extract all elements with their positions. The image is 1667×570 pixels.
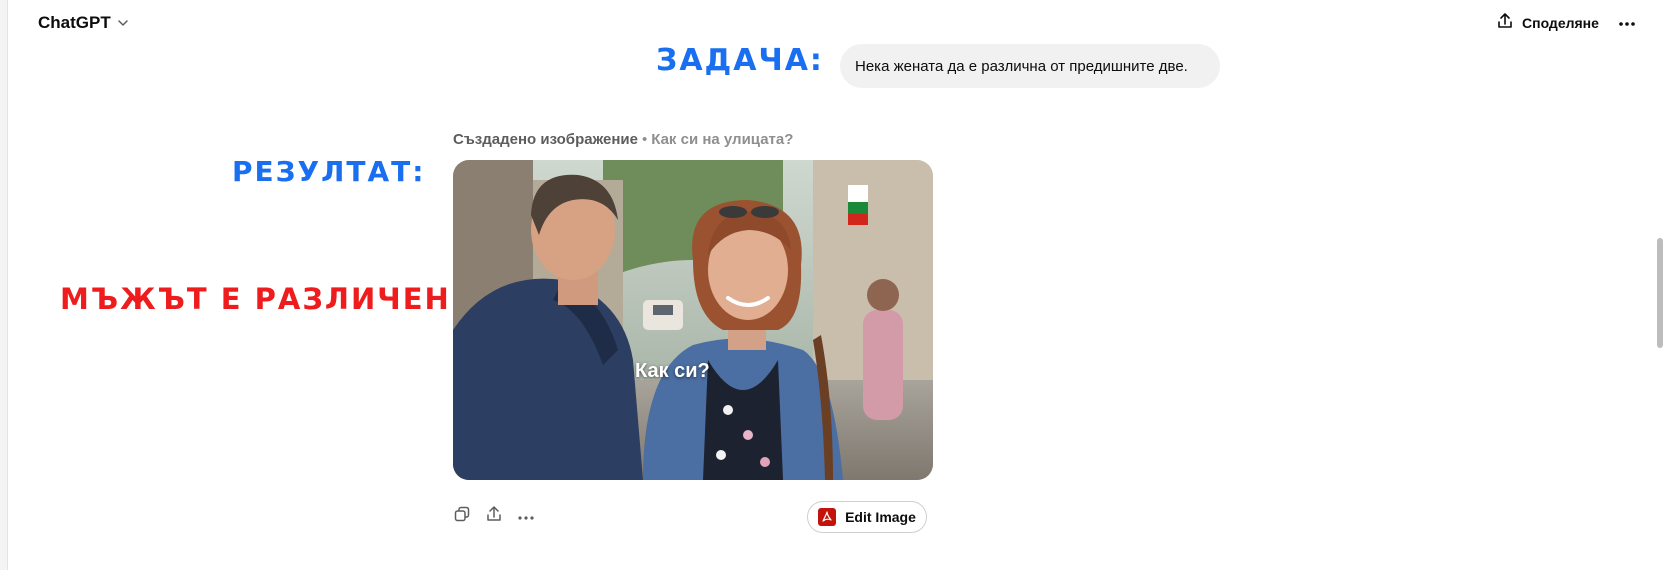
share-label: Споделяне [1522,15,1599,31]
chevron-down-icon [117,17,129,29]
task-annotation: ЗАДАЧА: [656,43,824,78]
edit-image-button[interactable]: Edit Image [807,501,927,533]
more-options-button[interactable] [1614,10,1640,36]
sidebar-edge [0,0,8,570]
generated-image-caption: Как си на улицата? [651,131,794,148]
difference-annotation: МЪЖЪТ Е РАЗЛИЧЕН! [60,282,467,316]
separator-dot: • [641,131,648,148]
generated-image[interactable]: Как си? [453,160,933,480]
share-icon [485,505,503,528]
copy-button[interactable] [452,506,472,526]
more-horizontal-icon [518,507,534,525]
share-button[interactable]: Споделяне [1496,8,1599,38]
more-actions-button[interactable] [516,506,536,526]
result-annotation: РЕЗУЛТАТ: [232,155,426,188]
edit-image-label: Edit Image [845,509,916,525]
generated-image-label: Създадено изображение [453,131,638,148]
model-name: ChatGPT [38,13,111,32]
model-switcher[interactable]: ChatGPT [38,10,129,36]
scrollbar-thumb[interactable] [1657,238,1663,348]
copy-icon [453,505,471,528]
pdf-acrobat-icon [818,508,837,526]
more-horizontal-icon [1618,14,1636,32]
generated-image-header: Създадено изображение • Как си на улицата? [453,131,793,148]
user-message-bubble: Нека жената да е различна от предишните … [840,44,1220,88]
chat-page: ChatGPT Споделяне ЗАДАЧА: РЕЗУЛТАТ: МЪЖЪ… [0,0,1667,570]
image-overlay-text: Как си? [635,360,710,382]
street-scene-illustration [453,160,933,480]
share-upload-icon [1496,12,1514,35]
message-actions [452,505,536,528]
user-message-text: Нека жената да е различна от предишните … [855,57,1188,75]
share-image-button[interactable] [484,505,504,528]
